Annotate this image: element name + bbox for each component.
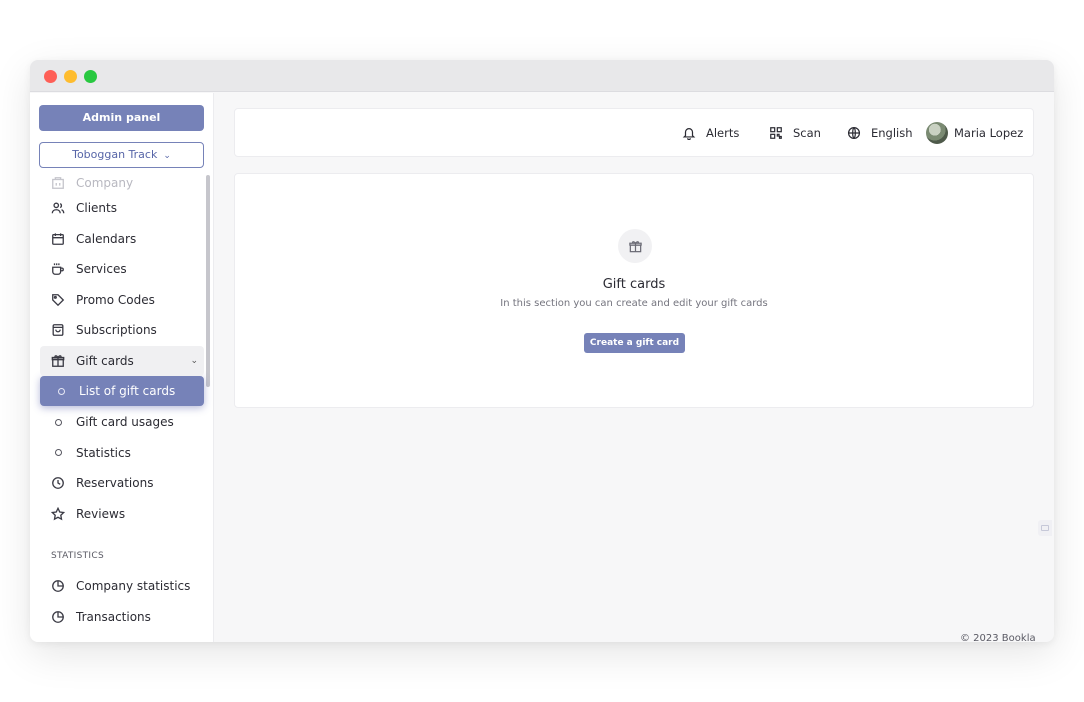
sidebar-item-services[interactable]: Services [40, 254, 204, 285]
user-name: Maria Lopez [954, 125, 1024, 140]
sidebar-item-company[interactable]: Company [40, 173, 204, 193]
clock-icon [50, 475, 66, 491]
close-window-button[interactable] [44, 70, 57, 83]
sidebar-subitem-list-of-gift-cards[interactable]: List of gift cards [40, 376, 204, 406]
sidebar-item-transactions[interactable]: Transactions [40, 602, 204, 633]
sidebar-item-label: Reservations [76, 476, 154, 491]
users-icon [50, 200, 66, 216]
sidebar-subitem-statistics[interactable]: Statistics [40, 438, 204, 469]
tag-icon [50, 292, 66, 308]
sidebar-item-label: Company statistics [76, 579, 191, 594]
page-subtitle: In this section you can create and edit … [500, 298, 768, 309]
gift-cards-empty-state: Gift cards In this section you can creat… [234, 173, 1034, 408]
bell-icon [682, 127, 696, 140]
sidebar-item-gift-cards[interactable]: Gift cards ⌄ [40, 345, 204, 376]
star-icon [50, 506, 66, 522]
language-label: English [871, 125, 913, 140]
pie-chart-icon [50, 609, 66, 625]
sidebar-subitem-gift-card-usages[interactable]: Gift card usages [40, 407, 204, 438]
avatar [926, 121, 948, 144]
track-select[interactable]: Toboggan Track ⌄ [39, 142, 204, 168]
calendar-icon [50, 231, 66, 247]
sidebar-item-label: Transactions [76, 609, 151, 624]
sidebar-item-label: Clients [76, 201, 117, 216]
top-bar: Alerts Scan English Maria Lopez [234, 108, 1034, 157]
building-icon [50, 175, 66, 191]
alerts-button[interactable]: Alerts [682, 109, 739, 156]
sidebar-item-label: Company [76, 176, 134, 190]
sidebar-item-label: Services [76, 262, 127, 277]
sidebar-item-company-statistics[interactable]: Company statistics [40, 571, 204, 602]
sidebar-nav: Company Clients Calendars Services Promo… [40, 175, 204, 632]
scan-button[interactable]: Scan [769, 109, 821, 156]
circle-bullet-icon [58, 387, 65, 395]
sidebar-subitem-label: List of gift cards [79, 384, 176, 398]
sidebar-subitem-label: Statistics [76, 445, 131, 460]
sidebar-item-label: Promo Codes [76, 292, 155, 307]
globe-icon [847, 126, 861, 139]
sidebar-item-reservations[interactable]: Reservations [40, 468, 204, 499]
sidebar-item-label: Gift cards [76, 353, 134, 368]
sidebar-item-subscriptions[interactable]: Subscriptions [40, 315, 204, 346]
alerts-label: Alerts [706, 125, 740, 140]
sidebar-item-label: Calendars [76, 231, 137, 246]
sidebar-item-label: Reviews [76, 506, 126, 521]
pie-chart-icon [50, 578, 66, 594]
maximize-window-button[interactable] [84, 70, 97, 83]
user-menu[interactable]: Maria Lopez [926, 109, 1023, 156]
sidebar-item-calendars[interactable]: Calendars [40, 224, 204, 255]
footer-copyright: © 2023 Bookla [960, 633, 1036, 642]
circle-bullet-icon [55, 418, 62, 426]
page-title: Gift cards [602, 277, 666, 292]
gift-icon [618, 229, 652, 263]
gift-icon [50, 353, 66, 369]
cup-icon [50, 261, 66, 277]
chevron-down-icon: ⌄ [190, 355, 198, 366]
sidebar-item-reviews[interactable]: Reviews [40, 499, 204, 530]
track-select-label: Toboggan Track [72, 148, 158, 161]
circle-bullet-icon [55, 449, 62, 457]
scan-label: Scan [793, 125, 821, 140]
sidebar-scrollbar[interactable] [206, 175, 210, 387]
sidebar-item-promo-codes[interactable]: Promo Codes [40, 285, 204, 316]
title-bar [30, 60, 1054, 92]
qr-code-icon [770, 126, 782, 139]
browser-window: Admin panel Toboggan Track ⌄ Company Clie… [30, 60, 1054, 642]
sidebar-subitem-label: Gift card usages [76, 415, 174, 430]
language-selector[interactable]: English [847, 109, 913, 156]
minimize-window-button[interactable] [64, 70, 77, 83]
statistics-section-label: STATISTICS [51, 551, 104, 561]
sidebar-item-label: Subscriptions [76, 323, 157, 338]
admin-panel-button[interactable]: Admin panel [39, 105, 204, 131]
chevron-down-icon: ⌄ [163, 151, 171, 161]
sidebar: Admin panel Toboggan Track ⌄ Company Clie… [30, 93, 214, 642]
create-gift-card-button[interactable]: Create a gift card [584, 333, 685, 353]
sidebar-item-clients[interactable]: Clients [40, 193, 204, 224]
chat-widget-tab[interactable] [1038, 520, 1052, 536]
mail-icon [1041, 525, 1049, 531]
bag-icon [50, 322, 66, 338]
